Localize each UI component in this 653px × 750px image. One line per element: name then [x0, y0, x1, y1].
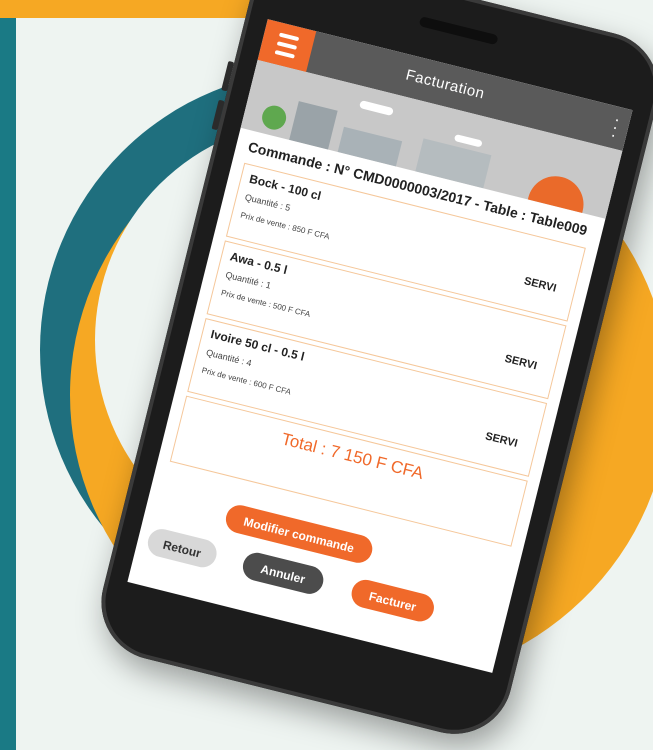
cloud-illustration	[358, 100, 394, 117]
back-button[interactable]: Retour	[144, 526, 220, 571]
tree-illustration	[259, 103, 289, 133]
cancel-button[interactable]: Annuler	[239, 549, 327, 597]
volume-up-button	[221, 60, 235, 92]
invoice-button[interactable]: Facturer	[348, 576, 437, 625]
phone-speaker	[418, 16, 499, 46]
left-accent-bar	[0, 0, 16, 750]
cloud-illustration	[453, 133, 483, 148]
